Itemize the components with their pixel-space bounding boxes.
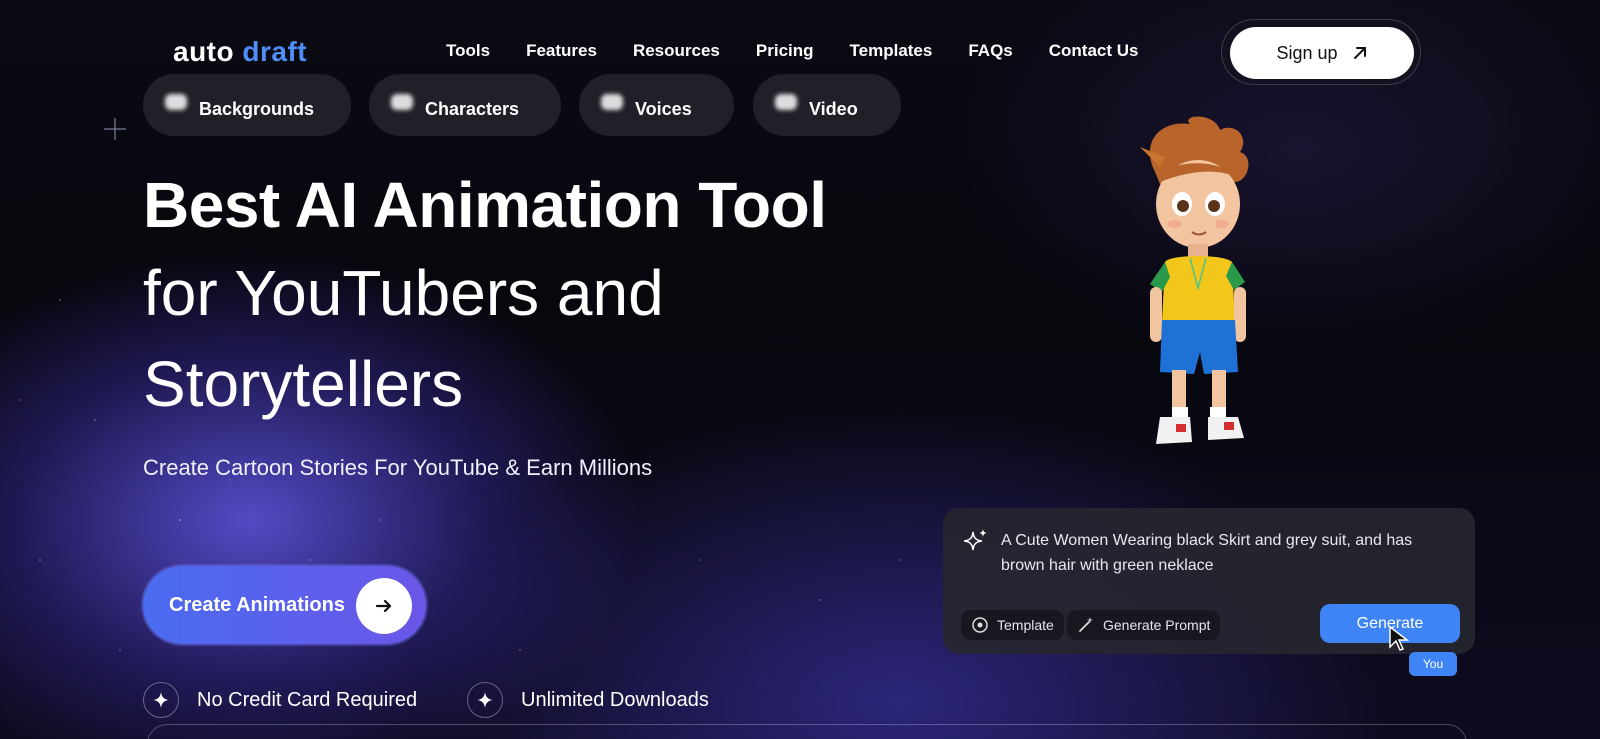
arrow-right-icon [356,578,412,634]
nav-link-faqs[interactable]: FAQs [968,41,1012,61]
pill-video[interactable]: Video [753,74,901,136]
create-animations-button[interactable]: Create Animations [143,566,426,644]
nav-link-pricing[interactable]: Pricing [756,41,814,61]
template-icon [972,617,988,633]
cartoon-boy-illustration [1140,116,1249,444]
nav-link-tools[interactable]: Tools [446,41,490,61]
nav-link-contact-us[interactable]: Contact Us [1049,41,1139,61]
pill-label: Characters [425,98,520,119]
magic-wand-icon [1079,617,1093,632]
logo-part-auto: auto [173,36,235,67]
pill-characters[interactable]: Characters [369,74,561,136]
logo-part-draft: draft [242,36,308,67]
nav-link-templates[interactable]: Templates [850,41,933,61]
signup-button[interactable]: Sign up [1230,27,1414,79]
feature-no-credit-card: No Credit Card Required [143,682,417,718]
sparkle-icon [143,682,179,718]
hero-title-line2: for YouTubers and [143,257,664,329]
pill-label: Voices [635,98,692,119]
hero-title-line1: Best AI Animation Tool [143,169,827,241]
nav-links: Tools Features Resources Pricing Templat… [446,41,1174,61]
cta-label: Create Animations [169,593,345,616]
backgrounds-icon [165,94,187,110]
hero-title-line3: Storytellers [143,348,464,420]
ai-sparkle-icon [963,529,987,551]
sparkle-icon [467,682,503,718]
template-label: Template [997,617,1054,633]
feature-label: Unlimited Downloads [521,688,709,711]
signup-button-frame: Sign up [1221,19,1421,85]
signup-label: Sign up [1276,42,1338,63]
template-chip[interactable]: Template [961,610,1064,640]
nav-link-resources[interactable]: Resources [633,41,720,61]
pill-backgrounds[interactable]: Backgrounds [143,74,351,136]
bottom-panel-edge [147,724,1467,739]
characters-icon [391,94,413,110]
pill-label: Backgrounds [199,98,315,119]
pill-label: Video [809,98,858,119]
cursor-user-tag: You [1409,652,1457,676]
voices-icon [601,94,623,110]
feature-unlimited-downloads: Unlimited Downloads [467,682,709,718]
mouse-cursor-icon [1389,625,1410,651]
pill-voices[interactable]: Voices [579,74,734,136]
hero-subtitle: Create Cartoon Stories For YouTube & Ear… [143,455,653,480]
video-icon [775,94,797,110]
generate-prompt-label: Generate Prompt [1103,617,1211,633]
generate-prompt-chip[interactable]: Generate Prompt [1067,610,1221,640]
nav-link-features[interactable]: Features [526,41,597,61]
feature-label: No Credit Card Required [197,688,418,711]
arrow-up-right-icon [1353,47,1366,59]
brand-logo[interactable]: auto draft [173,36,307,68]
prompt-text[interactable]: A Cute Women Wearing black Skirt and gre… [1001,528,1441,578]
